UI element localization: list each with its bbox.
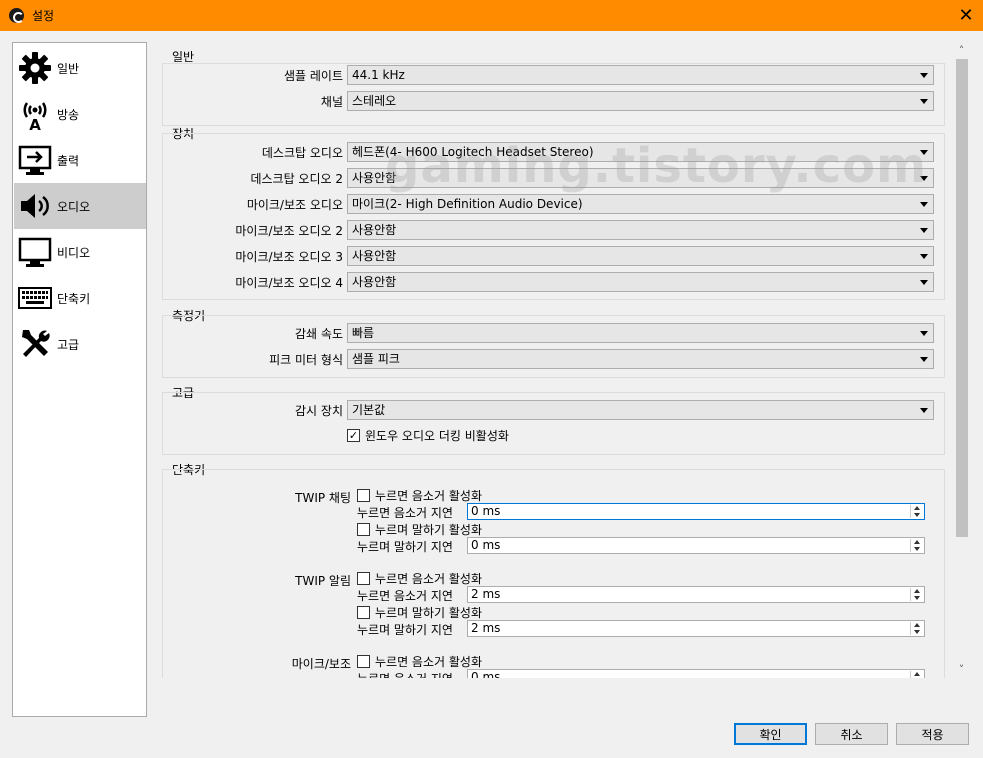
channels-label: 채널 — [320, 95, 343, 109]
tools-icon — [15, 324, 55, 364]
sidebar-item-video[interactable]: 비디오 — [14, 229, 146, 275]
window-title: 설정 — [32, 9, 55, 23]
dropdown-arrow-icon — [920, 202, 928, 207]
dropdown-arrow-icon — [920, 357, 928, 362]
desktop-audio-2-label: 데스크탑 오디오 2 — [250, 172, 343, 186]
mic-aux-hotkey-label: 마이크/보조 — [291, 657, 351, 671]
scroll-down-icon[interactable]: ˅ — [953, 661, 970, 678]
sidebar-item-label: 고급 — [57, 337, 80, 352]
disable-ducking-checkbox[interactable]: ✓ 윈도우 오디오 더킹 비활성화 — [347, 427, 509, 444]
twip-alert-ptm-delay-label: 누르면 음소거 지연 — [357, 589, 453, 603]
twip-chat-ptm-delay-input[interactable]: 0 ms — [467, 503, 925, 520]
sidebar-item-label: 오디오 — [57, 199, 91, 214]
mic-aux-2-label: 마이크/보조 오디오 2 — [235, 224, 343, 238]
dropdown-arrow-icon — [920, 99, 928, 104]
spin-arrows-icon[interactable] — [910, 622, 923, 635]
sidebar-item-label: 출력 — [57, 153, 80, 168]
group-hotkeys — [162, 469, 945, 678]
twip-alert-ptt-checkbox[interactable]: 누르며 말하기 활성화 — [357, 604, 482, 621]
audio-settings-panel: 일반 샘플 레이트 44.1 kHz 채널 스테레오 장치 데스크탑 오디오 헤… — [159, 42, 972, 678]
sidebar-item-broadcast[interactable]: A 방송 — [14, 91, 146, 137]
twip-chat-ptt-checkbox[interactable]: 누르며 말하기 활성화 — [357, 521, 482, 538]
apply-button[interactable]: 적용 — [896, 723, 969, 745]
decay-rate-label: 감쇄 속도 — [295, 327, 343, 341]
checkbox-checked[interactable]: ✓ — [347, 429, 360, 442]
twip-alert-label: TWIP 알림 — [295, 574, 351, 588]
mic-aux-ptm-checkbox[interactable]: 누르면 음소거 활성화 — [357, 653, 482, 670]
twip-alert-ptm-checkbox[interactable]: 누르면 음소거 활성화 — [357, 570, 482, 587]
desktop-audio-label: 데스크탑 오디오 — [261, 146, 343, 160]
monitoring-device-select[interactable]: 기본값 — [347, 400, 934, 420]
twip-chat-ptm-checkbox[interactable]: 누르면 음소거 활성화 — [357, 487, 482, 504]
close-button[interactable]: ✕ — [949, 0, 983, 31]
dropdown-arrow-icon — [920, 176, 928, 181]
twip-alert-ptm-delay-input[interactable]: 2 ms — [467, 586, 925, 603]
spin-arrows-icon[interactable] — [910, 588, 923, 601]
mic-aux-ptm-delay-label: 누르면 음소거 지연 — [357, 670, 453, 678]
sample-rate-select[interactable]: 44.1 kHz — [347, 65, 934, 85]
ok-button[interactable]: 확인 — [734, 723, 807, 745]
obs-app-icon — [9, 8, 24, 23]
mic-aux-ptm-delay-input[interactable]: 0 ms — [467, 669, 925, 678]
mic-aux-3-select[interactable]: 사용안함 — [347, 246, 934, 266]
title-bar: 설정 ✕ — [0, 0, 983, 31]
dropdown-arrow-icon — [920, 280, 928, 285]
twip-chat-ptm-delay-label: 누르면 음소거 지연 — [357, 506, 453, 520]
scroll-up-icon[interactable]: ˄ — [953, 42, 970, 59]
svg-text:A: A — [29, 116, 41, 131]
sample-rate-label: 샘플 레이트 — [283, 69, 343, 83]
dropdown-arrow-icon — [920, 228, 928, 233]
spin-arrows-icon[interactable] — [910, 671, 923, 678]
sidebar-item-hotkeys[interactable]: 단축키 — [14, 275, 146, 321]
twip-alert-ptt-delay-input[interactable]: 2 ms — [467, 620, 925, 637]
peak-meter-type-label: 피크 미터 형식 — [269, 353, 343, 367]
keyboard-icon — [15, 278, 55, 318]
desktop-audio-2-select[interactable]: 사용안함 — [347, 168, 934, 188]
sidebar-item-label: 방송 — [57, 107, 80, 122]
mic-aux-2-select[interactable]: 사용안함 — [347, 220, 934, 240]
twip-chat-label: TWIP 채팅 — [295, 491, 351, 505]
broadcast-icon: A — [15, 94, 55, 134]
settings-sidebar: 일반 A 방송 출력 오디오 비디오 단축키 고급 — [12, 42, 147, 717]
twip-chat-ptt-delay-input[interactable]: 0 ms — [467, 537, 925, 554]
sidebar-item-label: 단축키 — [57, 291, 91, 306]
spin-arrows-icon[interactable] — [910, 505, 923, 518]
peak-meter-type-select[interactable]: 샘플 피크 — [347, 349, 934, 369]
mic-aux-4-label: 마이크/보조 오디오 4 — [235, 276, 343, 290]
monitoring-device-label: 감시 장치 — [295, 404, 343, 418]
mic-aux-select[interactable]: 마이크(2- High Definition Audio Device) — [347, 194, 934, 214]
decay-rate-select[interactable]: 빠름 — [347, 323, 934, 343]
monitor-icon — [15, 232, 55, 272]
sidebar-item-label: 비디오 — [57, 245, 91, 260]
desktop-audio-select[interactable]: 헤드폰(4- H600 Logitech Headset Stereo) — [347, 142, 934, 162]
cancel-button[interactable]: 취소 — [815, 723, 888, 745]
spin-arrows-icon[interactable] — [910, 539, 923, 552]
dropdown-arrow-icon — [920, 254, 928, 259]
channels-select[interactable]: 스테레오 — [347, 91, 934, 111]
twip-chat-ptt-delay-label: 누르며 말하기 지연 — [357, 540, 453, 554]
dropdown-arrow-icon — [920, 408, 928, 413]
dropdown-arrow-icon — [920, 150, 928, 155]
sidebar-item-label: 일반 — [57, 61, 80, 76]
mic-aux-3-label: 마이크/보조 오디오 3 — [235, 250, 343, 264]
mic-aux-4-select[interactable]: 사용안함 — [347, 272, 934, 292]
mic-aux-label: 마이크/보조 오디오 — [246, 198, 343, 212]
output-icon — [15, 140, 55, 180]
vertical-scrollbar[interactable]: ˄ ˅ — [953, 42, 970, 678]
dropdown-arrow-icon — [920, 73, 928, 78]
twip-alert-ptt-delay-label: 누르며 말하기 지연 — [357, 623, 453, 637]
sidebar-item-output[interactable]: 출력 — [14, 137, 146, 183]
speaker-icon — [15, 186, 55, 226]
scroll-thumb[interactable] — [956, 59, 968, 537]
gear-icon — [15, 48, 55, 88]
sidebar-item-audio[interactable]: 오디오 — [14, 183, 146, 229]
sidebar-item-general[interactable]: 일반 — [14, 45, 146, 91]
dropdown-arrow-icon — [920, 331, 928, 336]
sidebar-item-advanced[interactable]: 고급 — [14, 321, 146, 367]
